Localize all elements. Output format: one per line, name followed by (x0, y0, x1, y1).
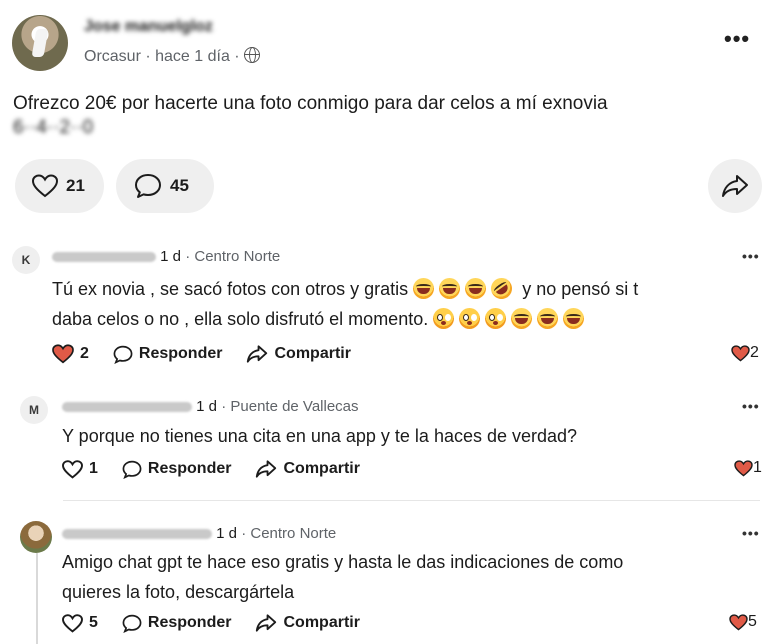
heart-filled-icon (729, 613, 748, 630)
comment-more-icon[interactable]: ••• (742, 248, 760, 264)
globe-icon (244, 47, 261, 63)
comment-avatar[interactable]: K (12, 246, 40, 274)
comment-location: Puente de Vallecas (230, 398, 359, 415)
share-comment-button[interactable]: Compartir (255, 459, 360, 479)
comment-icon (122, 614, 142, 633)
reply-button[interactable]: Responder (122, 614, 231, 633)
heart-filled-icon (731, 344, 750, 361)
flushed-emoji-icon (485, 308, 507, 329)
comment-header: 1 d · Centro Norte (52, 248, 280, 265)
laugh-emoji-icon (439, 278, 461, 299)
comment-actions: 2 Responder Compartir (52, 344, 375, 364)
heart-icon (62, 613, 83, 633)
laugh-emoji-icon (511, 308, 533, 329)
share-button[interactable] (708, 159, 762, 213)
like-button[interactable]: 21 (15, 159, 104, 213)
reply-button[interactable]: Responder (113, 345, 222, 364)
comment-text: Amigo chat gpt te hace eso gratis y hast… (62, 552, 624, 602)
post-meta: Orcasur · hace 1 día · (84, 47, 261, 66)
post-text-line2: 6··4··2··0 (13, 117, 94, 138)
author-name-text: Jose manuelgloz (84, 18, 213, 35)
divider (63, 500, 760, 501)
comment-count: 45 (170, 176, 189, 195)
flushed-emoji-icon (433, 308, 455, 329)
thread-line (36, 553, 38, 644)
comment-like-summary: 1 (734, 459, 762, 477)
heart-filled-icon (734, 459, 753, 476)
post-body: Ofrezco 20€ por hacerte una foto conmigo… (13, 92, 773, 140)
laugh-emoji-icon (563, 308, 585, 329)
commenter-name-blurred[interactable] (62, 529, 212, 540)
comment-button[interactable]: 45 (116, 159, 214, 213)
comment-actions: 5 Responder Compartir (62, 613, 384, 633)
like-count: 21 (66, 176, 85, 195)
comment-text: Tú ex novia , se sacó fotos con otros y … (52, 273, 762, 334)
share-icon (256, 460, 277, 478)
laugh-emoji-icon (465, 278, 487, 299)
comment-icon (135, 174, 161, 198)
comment-actions: 1 Responder Compartir (62, 459, 384, 479)
comment-time: 1 d (216, 525, 238, 542)
laugh-emoji-icon (413, 278, 435, 299)
comment-more-icon[interactable]: ••• (742, 525, 760, 541)
heart-icon (32, 174, 58, 198)
share-comment-button[interactable]: Compartir (255, 613, 360, 633)
post-location: Orcasur (84, 48, 141, 65)
reply-button[interactable]: Responder (122, 460, 231, 479)
author-avatar[interactable] (12, 15, 68, 71)
comment-like-button[interactable]: 2 (52, 344, 89, 364)
share-comment-button[interactable]: Compartir (246, 344, 351, 364)
rofl-emoji-icon (487, 273, 517, 304)
commenter-name-blurred[interactable] (62, 402, 192, 413)
post-text-line1: Ofrezco 20€ por hacerte una foto conmigo… (13, 93, 608, 114)
comment-location: Centro Norte (194, 248, 281, 265)
share-icon (722, 175, 748, 197)
more-options-icon[interactable]: ••• (724, 26, 750, 52)
share-icon (256, 614, 277, 632)
comment-header: 1 d · Puente de Vallecas (62, 398, 359, 415)
comment-like-summary: 2 (731, 344, 759, 362)
comment-like-button[interactable]: 5 (62, 613, 98, 633)
heart-filled-icon (52, 344, 74, 364)
post-time: hace 1 día (155, 48, 230, 65)
laugh-emoji-icon (537, 308, 559, 329)
comment-time: 1 d (160, 248, 182, 265)
comment-icon (113, 345, 133, 364)
comment-header: 1 d · Centro Norte (62, 525, 336, 542)
comment-more-icon[interactable]: ••• (742, 398, 760, 414)
comment-avatar[interactable] (20, 521, 52, 553)
comment-time: 1 d (196, 398, 218, 415)
comment-avatar[interactable]: M (20, 396, 48, 424)
comment-like-button[interactable]: 1 (62, 459, 98, 479)
share-icon (247, 345, 268, 363)
comment-icon (122, 460, 142, 479)
commenter-name-blurred[interactable] (52, 252, 156, 263)
author-name[interactable]: Jose manuelgloz (84, 18, 213, 36)
comment-like-summary: 5 (729, 613, 757, 631)
comment-location: Centro Norte (250, 525, 337, 542)
comment-text: Y porque no tienes una cita en una app y… (62, 426, 578, 446)
heart-icon (62, 459, 83, 479)
flushed-emoji-icon (459, 308, 481, 329)
